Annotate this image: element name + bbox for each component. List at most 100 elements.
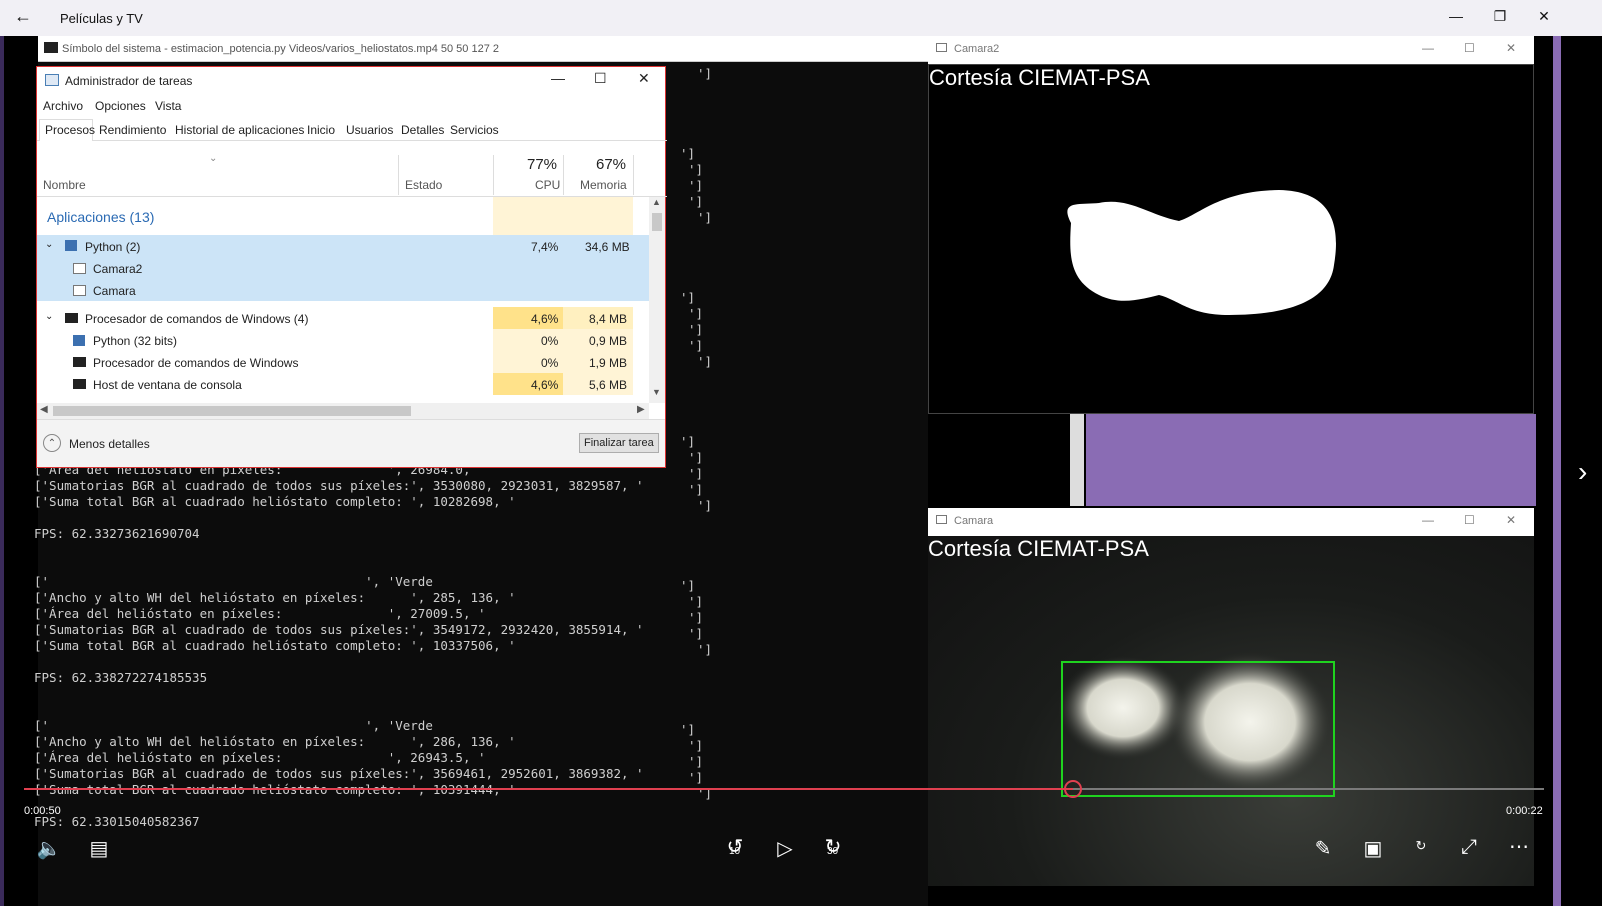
col-divider (493, 155, 494, 195)
camara-maximize-icon[interactable]: ☐ (1464, 513, 1475, 527)
restore-icon[interactable]: ❐ (1486, 8, 1514, 25)
group-aplicaciones: Aplicaciones (13) (47, 209, 155, 225)
pencil-icon[interactable]: ✎ (1310, 836, 1336, 861)
tab-historial[interactable]: Historial de aplicaciones (175, 123, 304, 137)
console-bracket: '] (680, 434, 696, 449)
tab-rendimiento[interactable]: Rendimiento (99, 123, 166, 137)
cmd-icon (73, 379, 86, 389)
process-row[interactable]: Camara (37, 279, 649, 301)
scroll-right-icon[interactable]: ▶ (637, 404, 645, 415)
console-line: ['Sumatorias BGR al cuadrado de todos su… (34, 622, 644, 637)
minimize-icon[interactable]: — (1442, 8, 1470, 24)
col-cpu[interactable]: CPU (535, 178, 560, 192)
tab-usuarios[interactable]: Usuarios (346, 123, 393, 137)
cmd-icon (65, 313, 78, 323)
fullscreen-icon[interactable]: ⤢ (1456, 836, 1482, 859)
process-row[interactable]: Host de ventana de consola 4,6% 5,6 MB (37, 373, 649, 395)
process-row[interactable]: ⌄ Python (2) 7,4% 34,6 MB (37, 235, 649, 257)
captions-icon[interactable]: ▤ (86, 836, 112, 861)
heliostat-mask (1067, 190, 1336, 315)
camara2-maximize-icon[interactable]: ☐ (1464, 41, 1475, 55)
skip-forward-label: 30 (827, 846, 839, 857)
console-bracket: '] (680, 290, 696, 305)
view-360-icon[interactable]: ↻ (1406, 838, 1436, 854)
console-bracket: '] (688, 482, 704, 497)
scroll-down-icon[interactable]: ▼ (652, 387, 661, 397)
scroll-thumb[interactable] (652, 213, 662, 231)
horizontal-scrollbar[interactable]: ◀ ▶ (37, 403, 649, 419)
process-name: Python (2) (85, 240, 141, 254)
console-bracket: '] (688, 322, 704, 337)
camara2-minimize-icon[interactable]: — (1422, 41, 1434, 55)
console-bracket: '] (697, 642, 713, 657)
col-divider (563, 155, 564, 195)
tab-procesos[interactable]: Procesos (39, 119, 95, 141)
process-row[interactable]: Procesador de comandos de Windows 0% 1,9… (37, 351, 649, 373)
skip-back-label: 10 (729, 846, 741, 857)
console-bracket: '] (688, 610, 704, 625)
collapse-chevron-icon[interactable]: ⌄ (45, 239, 53, 250)
process-row[interactable]: ⌄ Procesador de comandos de Windows (4) … (37, 307, 649, 329)
menu-opciones[interactable]: Opciones (95, 99, 146, 113)
console-bracket: '] (688, 738, 704, 753)
next-video-chevron-icon[interactable]: › (1578, 456, 1587, 488)
console-bracket: '] (688, 626, 704, 641)
console-bracket: '] (697, 210, 713, 225)
vertical-scrollbar[interactable]: ▲ ▼ (649, 197, 665, 403)
console-bracket: '] (688, 338, 704, 353)
scroll-thumb[interactable] (53, 406, 411, 416)
collapse-chevron-icon[interactable]: ⌄ (45, 311, 53, 322)
scroll-left-icon[interactable]: ◀ (40, 404, 48, 415)
tm-close-icon[interactable]: ✕ (638, 70, 650, 87)
console-bracket: '] (680, 578, 696, 593)
mem-total: 67% (596, 156, 627, 173)
end-task-button[interactable]: Finalizar tarea (579, 433, 659, 453)
menu-vista[interactable]: Vista (155, 99, 181, 113)
app-title-bar: ← Películas y TV — ❐ ✕ (0, 0, 1602, 36)
task-manager-window: Administrador de tareas — ☐ ✕ Archivo Op… (36, 66, 667, 468)
play-icon[interactable]: ▷ (772, 836, 798, 861)
collapse-up-icon[interactable]: ⌃ (43, 434, 61, 452)
python-icon (73, 335, 85, 346)
seek-bar-thumb[interactable] (1064, 780, 1082, 798)
col-estado[interactable]: Estado (405, 178, 442, 192)
console-line: [' ', 'Verde (34, 718, 433, 733)
console-line: ['Sumatorias BGR al cuadrado de todos su… (34, 766, 644, 781)
app-title: Películas y TV (60, 11, 143, 26)
console-bracket: '] (688, 466, 704, 481)
process-row[interactable]: Python (32 bits) 0% 0,9 MB (37, 329, 649, 351)
menu-archivo[interactable]: Archivo (43, 99, 83, 113)
col-nombre[interactable]: Nombre (43, 178, 86, 192)
console-bracket: '] (688, 450, 704, 465)
process-mem: 5,6 MB (589, 378, 628, 392)
scroll-up-icon[interactable]: ▲ (652, 197, 661, 207)
task-manager-title: Administrador de tareas (65, 74, 193, 88)
tab-detalles[interactable]: Detalles (401, 123, 444, 137)
camara-minimize-icon[interactable]: — (1422, 513, 1434, 527)
console-bracket: '] (688, 178, 704, 193)
volume-icon[interactable]: 🔈 (36, 836, 62, 861)
console-bracket: '] (688, 194, 704, 209)
col-memoria[interactable]: Memoria (580, 178, 627, 192)
close-icon[interactable]: ✕ (1530, 8, 1558, 25)
more-options-icon[interactable]: ⋯ (1506, 834, 1532, 859)
process-row[interactable]: Camara2 (37, 257, 649, 279)
console-bracket: '] (697, 66, 713, 81)
tm-minimize-icon[interactable]: — (551, 70, 565, 86)
camara2-close-icon[interactable]: ✕ (1506, 41, 1516, 55)
less-details-link[interactable]: Menos detalles (69, 437, 150, 451)
video-frame-left-edge (0, 36, 4, 906)
console-bracket: '] (697, 498, 713, 513)
mini-view-icon[interactable]: ▣ (1360, 836, 1386, 861)
tab-inicio[interactable]: Inicio (307, 123, 335, 137)
camara-close-icon[interactable]: ✕ (1506, 513, 1516, 527)
back-arrow-icon[interactable]: ← (14, 6, 32, 27)
tm-maximize-icon[interactable]: ☐ (594, 70, 607, 87)
cpu-total: 77% (527, 156, 558, 173)
desktop-background (1086, 414, 1536, 506)
desktop-gap (1070, 414, 1084, 506)
tab-servicios[interactable]: Servicios (450, 123, 499, 137)
process-mem: 8,4 MB (589, 312, 628, 326)
console-bracket: '] (688, 594, 704, 609)
process-cpu: 4,6% (531, 312, 559, 326)
